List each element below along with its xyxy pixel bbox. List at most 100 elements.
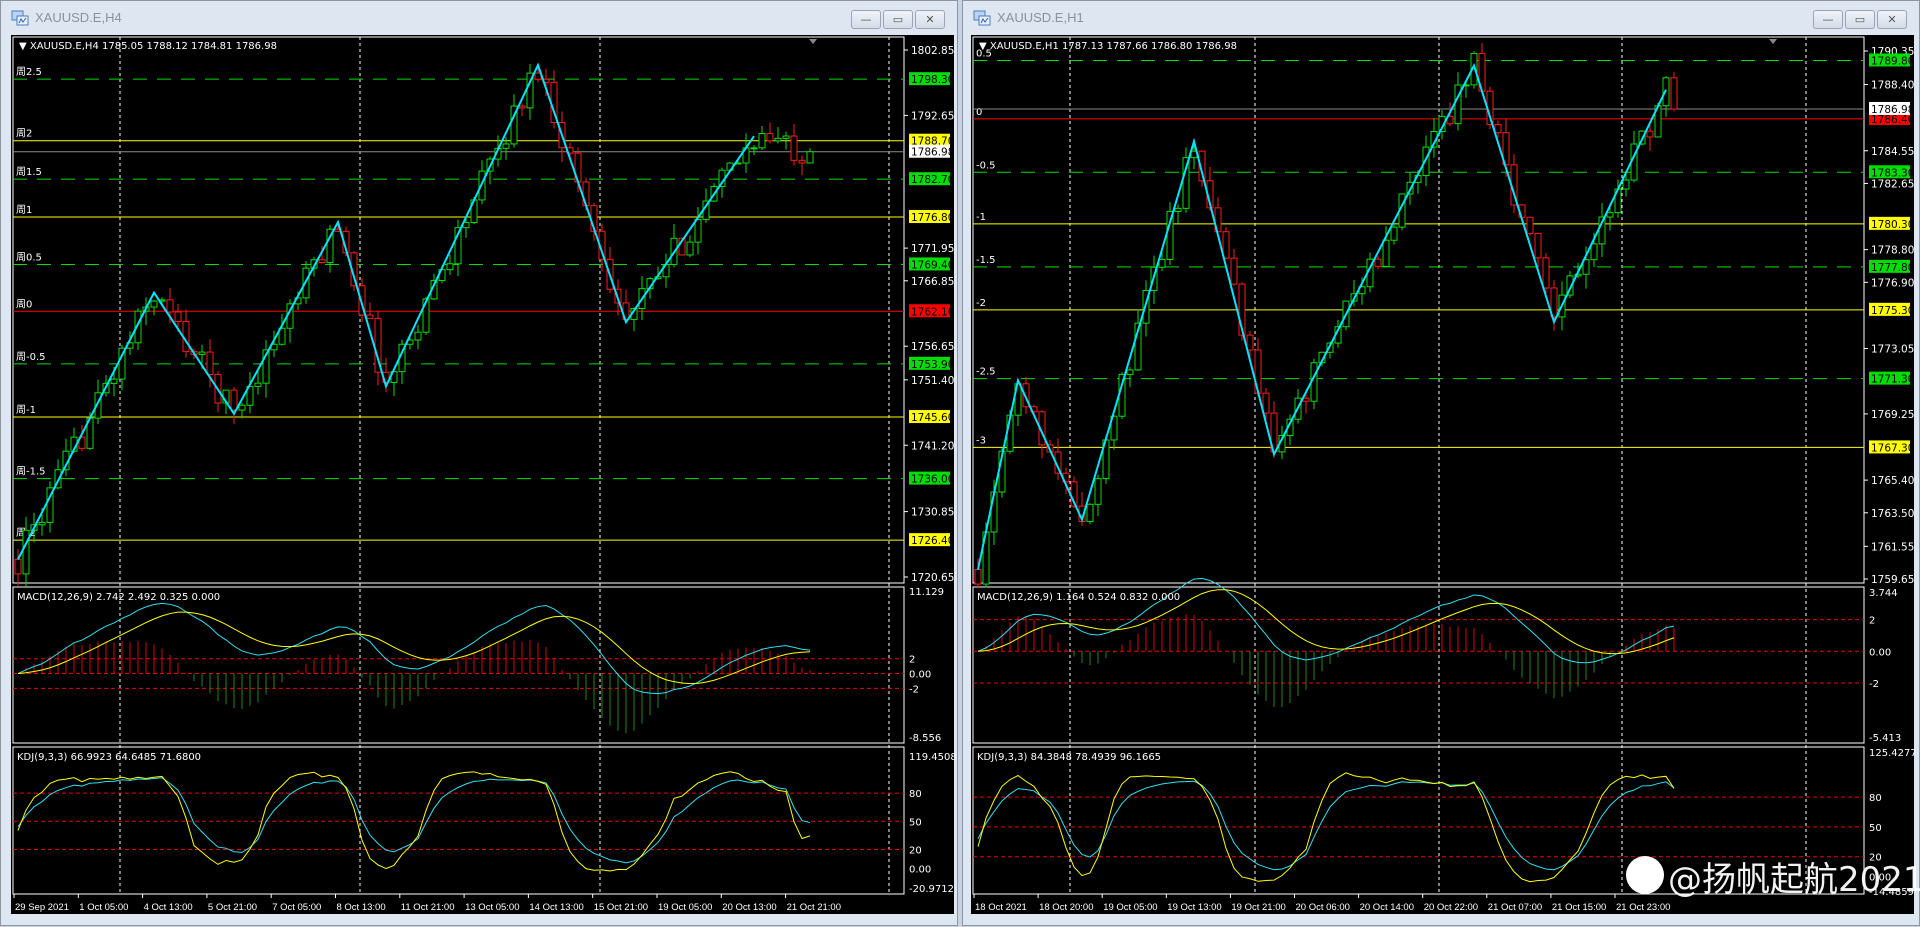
fib-level-label: 周2 [16, 128, 32, 140]
bullish-candle [1094, 478, 1102, 505]
kdj-axis-label: 80 [1869, 793, 1882, 804]
price-axis-label: 1765.40 [1871, 475, 1914, 487]
bullish-candle [446, 263, 454, 271]
price-axis-label: 1778.80 [1871, 245, 1914, 257]
bullish-candle [22, 529, 30, 575]
fib-level-label: -1 [976, 212, 986, 223]
bullish-candle [1390, 226, 1398, 241]
time-axis-label: 15 Oct 21:00 [594, 902, 648, 913]
price-axis-label: 1769.25 [1871, 409, 1914, 421]
time-axis-label: 19 Oct 13:00 [1167, 902, 1221, 913]
price-axis-label: 1766.85 [911, 276, 954, 288]
bullish-candle [198, 351, 206, 355]
price-axis-label: 1792.65 [911, 110, 954, 122]
bearish-candle [1302, 397, 1310, 402]
bearish-candle [230, 389, 238, 411]
time-axis-label: 18 Oct 2021 [975, 902, 1027, 913]
kdj-axis-label: 125.4277 [1869, 748, 1917, 759]
level-price-tag: 1726.40 [911, 535, 954, 547]
time-axis-label: 14 Oct 13:00 [529, 902, 583, 913]
price-axis-label: 1773.05 [1871, 344, 1914, 356]
price-axis-label: 1782.65 [1871, 178, 1914, 190]
bearish-candle [766, 133, 774, 142]
price-axis-label: 1776.90 [1871, 277, 1914, 289]
bullish-candle [750, 147, 758, 150]
macd-axis-label: 3.744 [1869, 588, 1898, 599]
bullish-candle [414, 331, 422, 341]
fib-level-label: -0.5 [976, 160, 996, 171]
price-axis-label: 1761.55 [1871, 541, 1914, 553]
price-axis-label: 1741.20 [911, 440, 954, 452]
bearish-candle [174, 311, 182, 322]
kdj-axis-label: 50 [1869, 823, 1882, 834]
macd-axis-label: 2 [1869, 616, 1875, 627]
fib-level-label: 周2.5 [16, 66, 42, 78]
kdj-axis-label: 80 [909, 789, 922, 800]
fib-level-label: 周-1.5 [16, 466, 46, 478]
time-axis-label: 8 Oct 13:00 [337, 902, 386, 913]
kdj-header: KDJ(9,3,3) 84.3848 78.4939 96.1665 [977, 752, 1161, 763]
bullish-candle [1606, 212, 1614, 218]
kdj-axis-label: 20 [909, 845, 922, 856]
fib-level-label: 周0 [16, 298, 32, 310]
price-axis-label: 1759.65 [1871, 574, 1914, 586]
bullish-candle [1174, 207, 1182, 212]
macd-axis-label: 0.00 [1869, 647, 1891, 658]
price-axis-label: 1720.65 [911, 572, 954, 584]
fib-level-label: -1.5 [976, 255, 996, 266]
bullish-candle [1622, 179, 1630, 190]
time-axis-label: 21 Oct 15:00 [1552, 902, 1606, 913]
kdj-axis-label: -20.9712 [909, 884, 954, 895]
price-axis-label: 1751.40 [911, 375, 954, 387]
current-price-tag: 1786.98 [911, 147, 954, 159]
price-chart-h1[interactable]: 0.50-0.5-1-1.5-2-2.5-31790.351788.401784… [963, 1, 1920, 927]
bearish-candle [1526, 216, 1534, 234]
time-axis-label: 29 Sep 2021 [15, 902, 69, 913]
price-chart-h4[interactable]: 周2.5周2周1.5周1周0.5周0周-0.5周-1周-1.5周-21802.8… [1, 1, 959, 927]
time-axis-label: 19 Oct 05:00 [658, 902, 712, 913]
level-price-tag: 1782.70 [911, 174, 954, 186]
level-price-tag: 1775.30 [1871, 305, 1914, 317]
bullish-candle [1590, 243, 1598, 261]
bullish-candle [694, 219, 702, 243]
time-axis-label: 13 Oct 05:00 [465, 902, 519, 913]
bearish-candle [1670, 77, 1678, 110]
bearish-candle [206, 351, 214, 376]
bullish-candle [38, 521, 46, 526]
bearish-candle [974, 569, 982, 585]
time-axis-label: 21 Oct 07:00 [1488, 902, 1542, 913]
time-axis-label: 19 Oct 21:00 [1231, 902, 1285, 913]
price-axis-label: 1788.40 [1871, 80, 1914, 92]
time-axis-label: 18 Oct 20:00 [1039, 902, 1093, 913]
bearish-candle [1534, 232, 1542, 259]
chart-header: ▼ XAUUSD.E,H4 1785.05 1788.12 1784.81 17… [19, 41, 277, 52]
bullish-candle [150, 300, 158, 308]
bearish-candle [1494, 123, 1502, 134]
current-price-tag: 1786.98 [1871, 104, 1914, 116]
time-axis-label: 19 Oct 05:00 [1103, 902, 1157, 913]
macd-axis-label: -5.413 [1869, 733, 1901, 744]
macd-header: MACD(12,26,9) 2.742 2.492 0.325 0.000 [17, 592, 220, 603]
kdj-axis-label: 50 [909, 817, 922, 828]
level-price-tag: 1798.30 [911, 74, 954, 86]
price-axis-label: 1784.55 [1871, 146, 1914, 158]
price-axis-label: 1771.95 [911, 243, 954, 255]
level-price-tag: 1767.30 [1871, 442, 1914, 454]
price-axis-label: 1730.85 [911, 507, 954, 519]
macd-axis-label: 11.129 [909, 587, 944, 598]
chart-window-h4[interactable]: XAUUSD.E,H4 — ▭ ✕ 周2.5 周2 周1.5 周1 周0.5 周0 周-0.… [0, 0, 958, 926]
bullish-candle [782, 135, 790, 139]
fib-level-label: 周-1 [16, 404, 36, 416]
time-axis-label: 20 Oct 13:00 [722, 902, 776, 913]
bearish-candle [1646, 130, 1654, 138]
bullish-candle [1126, 369, 1134, 375]
macd-header: MACD(12,26,9) 1.164 0.524 0.832 0.000 [977, 592, 1180, 603]
chart-window-h1[interactable]: XAUUSD.E,H1 — ▭ ✕ 0.5 0 -0.5 -1 -1.5 -2 -2.5 -3… [962, 0, 1920, 926]
level-price-tag: 1789.80 [1871, 55, 1914, 67]
bullish-candle [1158, 258, 1166, 268]
level-price-tag: 1776.80 [911, 212, 954, 224]
price-axis-label: 1756.65 [911, 341, 954, 353]
bearish-candle [1262, 392, 1270, 414]
level-price-tag: 1745.60 [911, 412, 954, 424]
fib-level-label: -3 [976, 435, 986, 446]
